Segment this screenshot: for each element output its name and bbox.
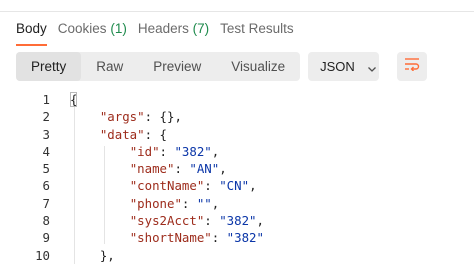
code-line: 3 "data": { [0,126,474,143]
line-number: 5 [42,161,50,177]
code-text: "phone": "", [129,195,220,211]
tab-cookies[interactable]: Cookies (1) [58,18,127,46]
line-number: 4 [42,143,50,159]
tab-test-results[interactable]: Test Results [220,18,294,46]
cookies-count: (1) [110,21,127,36]
code-text: "data": { [99,126,167,142]
code-text: "shortName": "382" [129,230,264,246]
view-visualize-button[interactable]: Visualize [216,52,300,81]
code-line: 7 "phone": "", [0,195,474,212]
view-raw-button[interactable]: Raw [81,52,138,81]
response-body-editor[interactable]: 1{ 2 "args": {}, 3 "data": { 4 "id": "38… [0,91,474,264]
view-pretty-button[interactable]: Pretty [16,52,82,81]
code-line: 5 "name": "AN", [0,160,474,177]
code-text: { [70,92,78,107]
code-line: 10 }, [0,247,474,264]
code-text: "name": "AN", [129,161,227,177]
format-selected: JSON [320,59,355,74]
wrap-lines-button[interactable] [397,52,428,81]
response-tabs: Body Cookies (1) Headers (7) Test Result… [16,18,305,46]
headers-count: (7) [192,21,210,36]
line-number: 10 [35,247,50,263]
line-number: 9 [42,230,50,246]
code-line: 4 "id": "382", [0,143,474,160]
view-mode-group: Pretty Raw Preview Visualize [16,52,301,81]
code-text: }, [70,247,115,263]
top-divider [0,0,474,12]
line-number: 7 [42,195,50,211]
code-line: 8 "sys2Acct": "382", [0,212,474,229]
code-line: 9 "shortName": "382" [0,229,474,246]
format-dropdown[interactable]: JSON [308,52,380,81]
code-line: 6 "contName": "CN", [0,177,474,194]
wrap-lines-icon [404,57,420,76]
line-number: 6 [42,178,50,194]
tab-headers[interactable]: Headers (7) [138,18,209,46]
code-text: { [70,91,78,108]
line-number: 8 [42,213,50,229]
line-number: 1 [42,92,50,107]
line-number: 3 [42,126,50,142]
response-toolbar: Pretty Raw Preview Visualize JSON [16,52,428,81]
code-text: "contName": "CN", [129,178,257,194]
tab-body[interactable]: Body [16,18,47,46]
code-line: 1{ [0,91,474,108]
code-text: "sys2Acct": "382", [129,213,264,229]
view-preview-button[interactable]: Preview [138,52,216,81]
chevron-down-icon [367,62,377,72]
code-text: "args": {}, [99,109,182,125]
line-number: 2 [42,109,50,125]
code-text: "id": "382", [129,143,220,159]
code-line: 2 "args": {}, [0,108,474,125]
